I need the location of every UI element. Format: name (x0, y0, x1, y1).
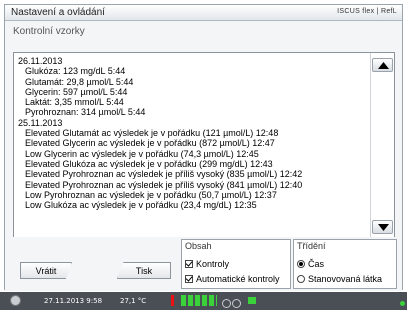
control-samples-list[interactable]: 26.11.2013 Glukóza: 123 mg/dL 5:44 Glutamá… (13, 52, 395, 238)
log-entry: Elevated Glutamát ac výsledek je v pořád… (25, 128, 279, 139)
checkbox-controls[interactable]: Kontroly (185, 259, 229, 269)
pump-status-icon (181, 295, 217, 306)
radio-sort-analyte[interactable]: Stanovovaná látka (297, 274, 382, 284)
sort-group: Třídění Čas Stanovovaná látka (293, 239, 397, 289)
log-entry: Elevated Glukóza ac výsledek je v pořádk… (25, 158, 273, 169)
arrow-down-icon (378, 224, 389, 231)
checkbox-icon (185, 260, 193, 268)
screen: Nastavení a ovládání ISCUS flex | RefL K… (0, 0, 407, 310)
log-entry: Low Pyrohroznan ac výsledek je v pořádku… (25, 189, 277, 200)
checkbox-automatic-controls[interactable]: Automatické kontroly (185, 274, 280, 284)
log-entry: Glutamát: 29,8 µmol/L 5:44 (25, 76, 134, 87)
status-datetime: 27.11.2013 9:58 (44, 297, 103, 305)
log-date-header: 25.11.2013 (18, 117, 63, 128)
status-temperature: 27,1 °C (120, 297, 147, 305)
radio-sort-time-label: Čas (308, 259, 325, 269)
sort-group-label: Třídění (297, 241, 326, 251)
log-entry: Pyrohroznan: 314 µmol/L 5:44 (25, 107, 146, 118)
content-group-label: Obsah (185, 241, 212, 251)
log-entry: Glukóza: 123 mg/dL 5:44 (25, 66, 126, 77)
scrollbar[interactable] (370, 53, 394, 237)
ring-status-icon (222, 295, 244, 308)
log-entry: Glycerin: 597 µmol/L 5:44 (25, 86, 128, 97)
back-button[interactable]: Vrátit (20, 262, 72, 279)
checkbox-automatic-controls-label: Automatické kontroly (196, 274, 280, 284)
print-button[interactable]: Tisk (117, 262, 171, 279)
scroll-down-button[interactable] (372, 220, 393, 234)
scroll-up-button[interactable] (372, 58, 393, 72)
radio-sort-analyte-label: Stanovovaná látka (308, 274, 383, 284)
battery-icon (248, 297, 256, 304)
log-entry: Elevated Pyrohroznan ac výsledek je příl… (25, 169, 303, 180)
power-icon[interactable] (10, 295, 21, 306)
status-bar: 27.11.2013 9:58 27,1 °C (0, 292, 407, 310)
log-entry: Laktát: 3,35 mmol/L 5:44 (25, 97, 124, 108)
bottom-controls: Vrátit Tisk Obsah Kontroly Automatické k… (5, 237, 402, 291)
radio-icon (297, 275, 305, 283)
brand-logo: ISCUS flex | RefL (337, 8, 397, 15)
log-entries: 26.11.2013 Glukóza: 123 mg/dL 5:44 Glutamá… (18, 56, 373, 210)
log-entry: Elevated Glycerin ac výsledek je v pořád… (25, 138, 275, 149)
connection-icon (400, 301, 405, 306)
log-date-header: 26.11.2013 (18, 56, 63, 66)
radio-icon (297, 260, 305, 268)
checkbox-controls-label: Kontroly (196, 259, 230, 269)
arrow-up-icon (378, 62, 389, 69)
log-entry: Elevated Pyrohroznan ac výsledek je příl… (25, 179, 303, 190)
title-bar: Nastavení a ovládání ISCUS flex | RefL (5, 5, 402, 21)
content-filter-group: Obsah Kontroly Automatické kontroly (181, 239, 291, 289)
main-panel: Nastavení a ovládání ISCUS flex | RefL K… (4, 4, 403, 291)
log-entry: Low Glycerin ac výsledek je v pořádku (7… (25, 148, 259, 159)
radio-sort-time[interactable]: Čas (297, 259, 324, 269)
alert-icon (171, 295, 174, 306)
window-title: Nastavení a ovládání (11, 7, 105, 18)
log-entry: Low Glukóza ac výsledek je v pořádku (23… (25, 200, 257, 211)
section-title: Kontrolní vzorky (13, 26, 85, 37)
checkbox-icon (185, 275, 193, 283)
